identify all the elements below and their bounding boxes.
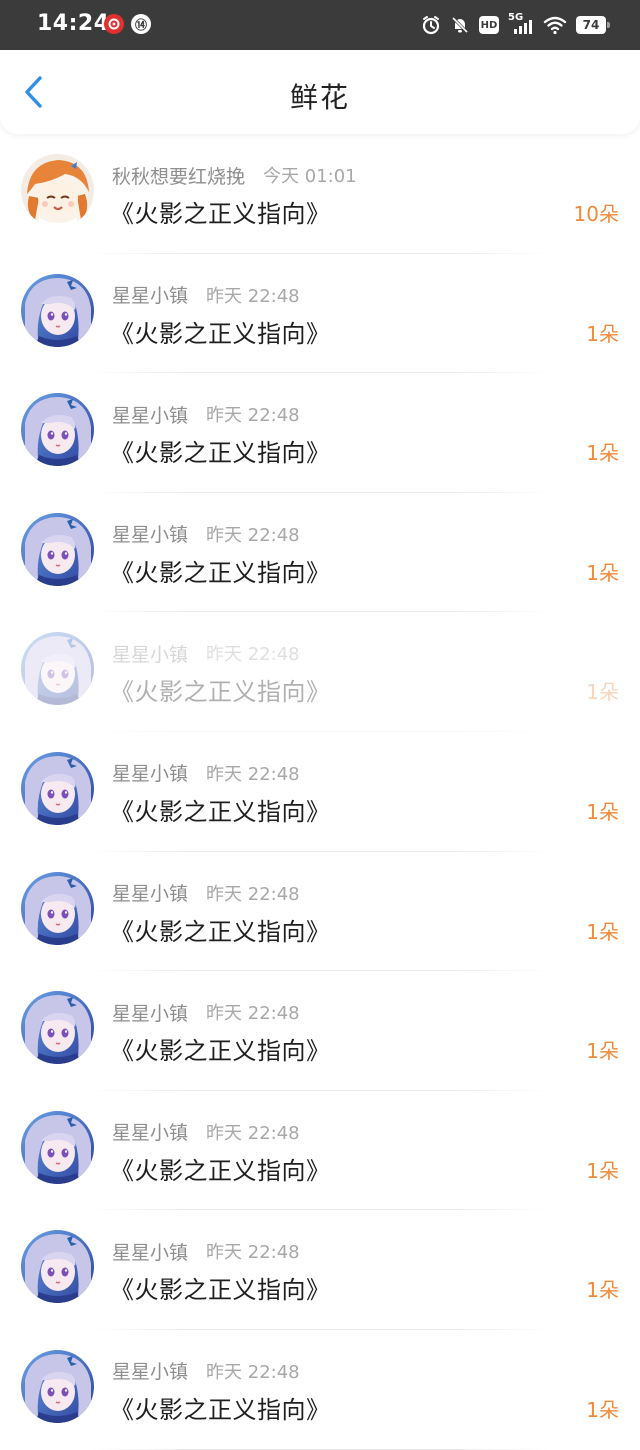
blue-hair-avatar[interactable] bbox=[21, 751, 94, 825]
row-meta: 星星小镇 昨天 22:48 bbox=[112, 521, 300, 547]
wifi-icon bbox=[543, 16, 567, 35]
sender-name[interactable]: 星星小镇 bbox=[112, 401, 188, 428]
book-title: 《火影之正义指向》 bbox=[110, 917, 331, 946]
blue-hair-avatar[interactable] bbox=[21, 273, 94, 347]
send-time: 昨天 22:48 bbox=[206, 763, 300, 785]
book-title: 《火影之正义指向》 bbox=[110, 1156, 331, 1185]
row-meta: 星星小镇 昨天 22:48 bbox=[112, 401, 300, 427]
book-title: 《火影之正义指向》 bbox=[110, 200, 331, 228]
send-time: 昨天 22:48 bbox=[206, 1122, 300, 1144]
blue-hair-avatar[interactable] bbox=[21, 991, 94, 1065]
status-bar: 14:24 ⑭ HD 5G 74 bbox=[0, 0, 640, 50]
sender-name[interactable]: 星星小镇 bbox=[112, 520, 188, 547]
list-item[interactable]: 星星小镇 昨天 22:48 《火影之正义指向》 1朵 bbox=[0, 1090, 640, 1211]
list-item[interactable]: 星星小镇 昨天 22:48 《火影之正义指向》 1朵 bbox=[0, 971, 640, 1091]
book-title: 《火影之正义指向》 bbox=[110, 678, 331, 707]
send-time: 昨天 22:48 bbox=[206, 285, 300, 307]
list-item[interactable]: 星星小镇 昨天 22:48 《火影之正义指向》 1朵 bbox=[0, 612, 640, 732]
cellular-signal-icon: 5G bbox=[508, 12, 534, 35]
status-time: 14:24 bbox=[37, 11, 110, 36]
flower-count: 1朵 bbox=[586, 321, 619, 346]
netease-music-icon bbox=[104, 14, 124, 34]
list-item[interactable]: 星星小镇 昨天 22:48 《火影之正义指向》 1朵 bbox=[0, 492, 640, 613]
sender-name[interactable]: 秋秋想要红烧挽 bbox=[112, 162, 245, 189]
blue-hair-avatar[interactable] bbox=[21, 871, 94, 945]
orange-hair-avatar[interactable] bbox=[21, 154, 94, 227]
list-item[interactable]: 秋秋想要红烧挽 今天 01:01 《火影之正义指向》 10朵 bbox=[0, 134, 640, 254]
row-meta: 星星小镇 昨天 22:48 bbox=[112, 1238, 300, 1264]
send-time: 昨天 22:48 bbox=[206, 1242, 300, 1264]
row-meta: 秋秋想要红烧挽 今天 01:01 bbox=[112, 162, 357, 188]
list-item[interactable]: 星星小镇 昨天 22:48 《火影之正义指向》 1朵 bbox=[0, 1210, 640, 1330]
send-time: 昨天 22:48 bbox=[206, 405, 300, 427]
app-badge-icon: ⑭ bbox=[131, 14, 151, 34]
blue-hair-avatar[interactable] bbox=[21, 1349, 94, 1423]
sender-name[interactable]: 星星小镇 bbox=[112, 281, 188, 308]
book-title: 《火影之正义指向》 bbox=[110, 797, 331, 826]
hd-icon: HD bbox=[479, 16, 499, 34]
send-time: 今天 01:01 bbox=[263, 166, 357, 187]
row-meta: 星星小镇 昨天 22:48 bbox=[112, 640, 300, 666]
send-time: 昨天 22:48 bbox=[206, 1361, 300, 1383]
send-time: 昨天 22:48 bbox=[206, 524, 300, 546]
flower-record-list: 秋秋想要红烧挽 今天 01:01 《火影之正义指向》 10朵 星星小镇 昨天 2… bbox=[0, 134, 640, 1450]
book-title: 《火影之正义指向》 bbox=[110, 439, 331, 468]
page-title: 鲜花 bbox=[289, 81, 350, 114]
sender-name[interactable]: 星星小镇 bbox=[112, 879, 188, 906]
blue-hair-avatar[interactable] bbox=[21, 1230, 94, 1304]
row-meta: 星星小镇 昨天 22:48 bbox=[112, 880, 300, 906]
list-item[interactable]: 星星小镇 昨天 22:48 《火影之正义指向》 1朵 bbox=[0, 851, 640, 972]
sender-name[interactable]: 星星小镇 bbox=[112, 759, 188, 786]
flower-count: 1朵 bbox=[586, 1158, 619, 1183]
battery-icon: 74 bbox=[576, 16, 610, 34]
sender-name[interactable]: 星星小镇 bbox=[112, 640, 188, 667]
send-time: 昨天 22:48 bbox=[206, 1003, 300, 1025]
alarm-icon bbox=[422, 16, 440, 35]
book-title: 《火影之正义指向》 bbox=[110, 319, 331, 348]
sender-name[interactable]: 星星小镇 bbox=[112, 1238, 188, 1265]
flower-count: 10朵 bbox=[573, 202, 619, 226]
send-time: 昨天 22:48 bbox=[206, 883, 300, 905]
flower-count: 1朵 bbox=[586, 1278, 619, 1303]
mute-bell-icon bbox=[451, 16, 469, 34]
row-meta: 星星小镇 昨天 22:48 bbox=[112, 1119, 300, 1145]
row-meta: 星星小镇 昨天 22:48 bbox=[112, 1358, 300, 1384]
book-title: 《火影之正义指向》 bbox=[110, 558, 331, 587]
flower-count: 1朵 bbox=[586, 1397, 619, 1422]
flower-count: 1朵 bbox=[586, 560, 619, 585]
flower-count: 1朵 bbox=[586, 680, 619, 705]
status-indicators: HD 5G 74 bbox=[421, 12, 610, 38]
header: 鲜花 bbox=[0, 50, 640, 134]
list-item[interactable]: 星星小镇 昨天 22:48 《火影之正义指向》 1朵 bbox=[0, 1329, 640, 1450]
blue-hair-avatar[interactable] bbox=[21, 1110, 94, 1184]
flower-count: 1朵 bbox=[586, 919, 619, 944]
row-meta: 星星小镇 昨天 22:48 bbox=[112, 760, 300, 786]
book-title: 《火影之正义指向》 bbox=[110, 1276, 331, 1305]
book-title: 《火影之正义指向》 bbox=[110, 1395, 331, 1424]
blue-hair-avatar[interactable] bbox=[21, 632, 94, 706]
flower-count: 1朵 bbox=[586, 441, 619, 466]
row-meta: 星星小镇 昨天 22:48 bbox=[112, 999, 300, 1025]
blue-hair-avatar[interactable] bbox=[21, 512, 94, 586]
send-time: 昨天 22:48 bbox=[206, 644, 300, 666]
row-divider bbox=[90, 1448, 550, 1450]
sender-name[interactable]: 星星小镇 bbox=[112, 999, 188, 1026]
list-item[interactable]: 星星小镇 昨天 22:48 《火影之正义指向》 1朵 bbox=[0, 731, 640, 852]
list-item[interactable]: 星星小镇 昨天 22:48 《火影之正义指向》 1朵 bbox=[0, 253, 640, 374]
blue-hair-avatar[interactable] bbox=[21, 393, 94, 467]
row-meta: 星星小镇 昨天 22:48 bbox=[112, 282, 300, 308]
sender-name[interactable]: 星星小镇 bbox=[112, 1118, 188, 1145]
list-item[interactable]: 星星小镇 昨天 22:48 《火影之正义指向》 1朵 bbox=[0, 373, 640, 493]
book-title: 《火影之正义指向》 bbox=[110, 1037, 331, 1066]
flower-count: 1朵 bbox=[586, 799, 619, 824]
sender-name[interactable]: 星星小镇 bbox=[112, 1357, 188, 1384]
flower-count: 1朵 bbox=[586, 1039, 619, 1064]
